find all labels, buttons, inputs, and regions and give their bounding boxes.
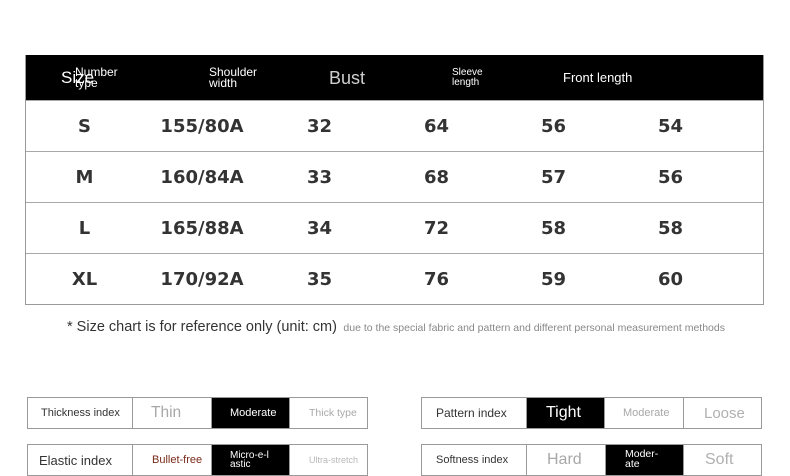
thickness-index-label: Thickness index xyxy=(41,407,120,419)
cell-sleeve-length: 58 xyxy=(540,217,567,239)
pattern-option-loose-text: Loose xyxy=(704,404,745,422)
cell-number-type: 165/88A xyxy=(160,217,244,239)
softness-index-scale: Softness index Hard Moder-ate Soft xyxy=(421,444,762,476)
note-main-text: * Size chart is for reference only (unit… xyxy=(67,319,337,335)
softness-option-soft-text: Soft xyxy=(705,451,734,468)
elastic-option-bullet-free: Bullet-free xyxy=(132,445,211,475)
header-sleeve-length-text: Sleeve length xyxy=(452,67,483,88)
cell-size: S xyxy=(78,115,91,137)
table-row: M 160/84A 33 68 57 56 xyxy=(26,151,763,202)
elastic-option-micro-elastic: Micro-e-lastic xyxy=(211,445,289,475)
cell-number-type: 170/92A xyxy=(160,268,244,290)
pattern-option-moderate-text: Moderate xyxy=(623,407,670,419)
pattern-option-tight: Tight xyxy=(526,398,604,428)
note-sub-text: due to the special fabric and pattern an… xyxy=(343,322,725,334)
thickness-option-thick: Thick type xyxy=(289,398,367,428)
table-row: XL 170/92A 35 76 59 60 xyxy=(26,253,763,304)
elastic-option-bullet-free-text: Bullet-free xyxy=(152,454,203,466)
softness-option-soft: Soft xyxy=(683,445,761,475)
header-front-length: Front length xyxy=(563,70,633,85)
elastic-index-label: Elastic index xyxy=(39,452,112,468)
cell-bust: 64 xyxy=(423,115,450,137)
cell-bust: 68 xyxy=(423,166,450,188)
cell-bust: 76 xyxy=(423,268,450,290)
table-row: S 155/80A 32 64 56 54 xyxy=(26,100,763,151)
softness-option-hard-text: Hard xyxy=(547,451,582,468)
cell-sleeve-length: 56 xyxy=(540,115,567,137)
cell-front-length: 60 xyxy=(657,268,684,290)
thickness-option-moderate-text: Moderate xyxy=(230,407,277,419)
elastic-option-micro-elastic-text: Micro-e-lastic xyxy=(230,449,269,470)
cell-size: L xyxy=(78,217,91,239)
cell-front-length: 54 xyxy=(657,115,684,137)
cell-shoulder-width: 32 xyxy=(306,115,333,137)
size-chart-table: Size Number type Shoulder width Bust Sle… xyxy=(25,55,764,305)
thickness-option-moderate: Moderate xyxy=(211,398,289,428)
header-shoulder-width-text: Shoulder width xyxy=(209,64,258,90)
elastic-option-ultra-stretch-text: Ultra-stretch xyxy=(309,455,359,465)
cell-front-length: 58 xyxy=(657,217,684,239)
cell-size: XL xyxy=(71,268,98,290)
cell-front-length: 56 xyxy=(657,166,684,188)
cell-shoulder-width: 34 xyxy=(306,217,333,239)
cell-shoulder-width: 35 xyxy=(306,268,333,290)
cell-number-type: 160/84A xyxy=(160,166,244,188)
cell-shoulder-width: 33 xyxy=(306,166,333,188)
table-row: L 165/88A 34 72 58 58 xyxy=(26,202,763,253)
cell-sleeve-length: 59 xyxy=(540,268,567,290)
thickness-option-thick-text: Thick type xyxy=(309,407,357,419)
thickness-index-scale: Thickness index Thin Moderate Thick type xyxy=(27,397,368,429)
softness-index-label: Softness index xyxy=(436,454,509,466)
pattern-index-scale: Pattern index Tight Moderate Loose xyxy=(421,397,762,429)
softness-option-moderate: Moder-ate xyxy=(605,445,683,475)
softness-option-hard: Hard xyxy=(526,445,605,475)
softness-option-moderate-text: Moder-ate xyxy=(625,448,659,470)
pattern-option-tight-text: Tight xyxy=(546,404,581,421)
cell-bust: 72 xyxy=(423,217,450,239)
thickness-option-thin: Thin xyxy=(132,398,211,428)
table-header-row: Size Number type Shoulder width Bust Sle… xyxy=(26,55,763,100)
pattern-option-moderate: Moderate xyxy=(604,398,683,428)
pattern-index-label: Pattern index xyxy=(436,406,507,420)
elastic-option-ultra-stretch: Ultra-stretch xyxy=(289,445,367,475)
size-chart-note: * Size chart is for reference only (unit… xyxy=(67,318,767,336)
cell-sleeve-length: 57 xyxy=(540,166,567,188)
header-number-type-text: Number type xyxy=(75,64,118,90)
cell-size: M xyxy=(75,166,94,188)
thickness-option-thin-text: Thin xyxy=(151,404,182,421)
elastic-index-scale: Elastic index Bullet-free Micro-e-lastic… xyxy=(27,444,368,476)
pattern-option-loose: Loose xyxy=(683,398,761,428)
cell-number-type: 155/80A xyxy=(160,115,244,137)
